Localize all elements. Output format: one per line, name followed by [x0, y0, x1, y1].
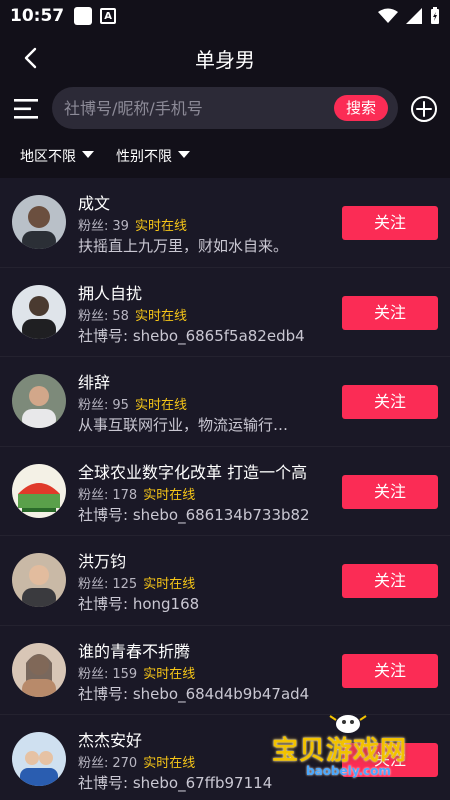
notification-icon [74, 7, 93, 25]
search-input[interactable] [64, 87, 324, 129]
user-subtitle: 社博号: shebo_6865f5a82edb4 [78, 326, 305, 345]
user-name: 绯辞 [78, 373, 111, 392]
user-subtitle: 社博号: shebo_67ffb97114 [78, 774, 273, 792]
fans-label: 粉丝: [78, 577, 109, 592]
gender-filter[interactable]: 性别不限 [116, 146, 190, 166]
user-subtitle: 社博号: shebo_686134b733b82 [78, 505, 310, 524]
user-row[interactable]: 全球农业数字化改革 打造一个高 粉丝: 178 实时在线 社博号: shebo_68… [0, 447, 450, 536]
search-row: 搜索 [0, 84, 450, 134]
status-time: 10:57 [10, 6, 65, 26]
online-status: 实时在线 [143, 756, 196, 771]
fans-label: 粉丝: [78, 756, 109, 771]
follow-button[interactable]: 关注 [342, 385, 438, 419]
fans-count: 178 [112, 487, 138, 503]
watermark: 宝贝游戏网 baobely.com [268, 714, 428, 784]
fans-count: 39 [112, 219, 129, 234]
user-row[interactable]: 拥人自扰 粉丝: 58 实时在线 社博号: shebo_6865f5a82edb4 … [0, 268, 450, 357]
watermark-text: 宝贝游戏网 [272, 736, 408, 766]
fans-count: 95 [112, 398, 129, 413]
top-header: 单身男 [0, 32, 450, 84]
user-meta: 粉丝: 159 实时在线 [78, 663, 195, 682]
filter-row: 地区不限 性别不限 [0, 134, 450, 178]
user-meta: 粉丝: 270 实时在线 [78, 752, 195, 771]
avatar[interactable] [12, 732, 66, 786]
user-name: 洪万钧 [78, 552, 127, 571]
caret-down-icon [178, 151, 190, 158]
caret-down-icon [82, 151, 94, 158]
user-subtitle: 扶摇直上九万里，财如水自来。 [78, 237, 289, 255]
online-status: 实时在线 [134, 308, 187, 324]
fans-count: 270 [112, 756, 138, 771]
fans-label: 粉丝: [78, 666, 109, 682]
user-row[interactable]: 成文 粉丝: 39 实时在线 扶摇直上九万里，财如水自来。 关注 [0, 178, 450, 268]
user-name: 全球农业数字化改革 打造一个高 [78, 462, 308, 482]
online-status: 实时在线 [134, 398, 187, 413]
follow-button[interactable]: 关注 [342, 474, 438, 509]
gender-filter-label: 性别不限 [116, 149, 172, 165]
user-list: 成文 粉丝: 39 实时在线 扶摇直上九万里，财如水自来。 关注 拥人自扰 粉丝: 5… [0, 178, 450, 800]
search-box: 搜索 [52, 87, 398, 129]
user-meta: 粉丝: 39 实时在线 [78, 215, 187, 234]
user-subtitle: 社博号: hong168 [78, 595, 200, 613]
avatar[interactable] [12, 553, 66, 607]
user-meta: 粉丝: 178 实时在线 [78, 484, 195, 503]
region-filter-label: 地区不限 [20, 149, 76, 165]
signal-icon [406, 8, 422, 24]
follow-button[interactable]: 关注 [342, 295, 438, 330]
watermark-url: baobely.com [306, 764, 391, 778]
user-subtitle: 社博号: shebo_684d4b9b47ad4 [78, 684, 310, 703]
search-button[interactable]: 搜索 [334, 95, 388, 121]
online-status: 实时在线 [143, 487, 196, 503]
region-filter[interactable]: 地区不限 [20, 146, 94, 166]
add-circle-icon[interactable] [410, 95, 438, 123]
fans-label: 粉丝: [78, 308, 109, 324]
online-status: 实时在线 [143, 577, 196, 592]
fans-label: 粉丝: [78, 398, 109, 413]
online-status: 实时在线 [134, 219, 187, 234]
fans-label: 粉丝: [78, 487, 109, 503]
follow-button[interactable]: 关注 [342, 653, 438, 688]
user-name: 拥人自扰 [78, 283, 143, 303]
follow-button[interactable]: 关注 [342, 564, 438, 598]
status-icons [378, 7, 440, 25]
user-meta: 粉丝: 125 实时在线 [78, 573, 195, 592]
avatar[interactable] [12, 463, 66, 518]
avatar[interactable] [12, 374, 66, 428]
wifi-icon [378, 8, 398, 23]
status-bar: 10:57 A [0, 0, 450, 32]
online-status: 实时在线 [143, 666, 196, 682]
avatar[interactable] [12, 195, 66, 249]
user-meta: 粉丝: 95 实时在线 [78, 394, 187, 413]
fans-count: 159 [112, 666, 138, 682]
page-title: 单身男 [195, 48, 255, 72]
battery-icon [431, 7, 439, 24]
keyboard-a-icon: A [100, 8, 117, 24]
user-name: 谁的青春不折腾 [78, 641, 191, 661]
user-row[interactable]: 洪万钧 粉丝: 125 实时在线 社博号: hong168 关注 [0, 536, 450, 626]
fans-label: 粉丝: [78, 219, 109, 234]
fans-count: 58 [112, 308, 129, 324]
user-name: 杰杰安好 [78, 731, 143, 750]
user-meta: 粉丝: 58 实时在线 [78, 305, 187, 324]
user-subtitle: 从事互联网行业，物流运输行… [78, 416, 289, 434]
menu-icon[interactable] [12, 96, 40, 122]
user-row[interactable]: 谁的青春不折腾 粉丝: 159 实时在线 社博号: shebo_684d4b9b47… [0, 626, 450, 715]
follow-button[interactable]: 关注 [342, 206, 438, 240]
fans-count: 125 [112, 577, 138, 592]
user-name: 成文 [78, 194, 111, 213]
user-row[interactable]: 绯辞 粉丝: 95 实时在线 从事互联网行业，物流运输行… 关注 [0, 357, 450, 447]
avatar[interactable] [12, 284, 66, 339]
avatar[interactable] [12, 642, 66, 697]
